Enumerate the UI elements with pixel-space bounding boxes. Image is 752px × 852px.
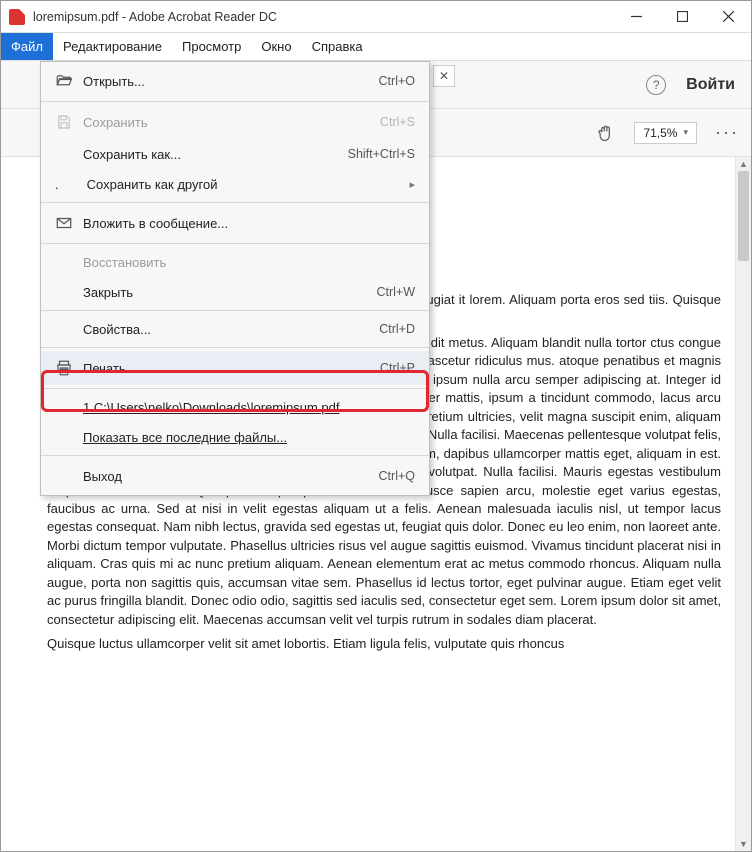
titlebar: loremipsum.pdf - Adobe Acrobat Reader DC: [1, 1, 751, 33]
maximize-button[interactable]: [659, 1, 705, 33]
para: Quisque luctus ullamcorper velit sit ame…: [47, 635, 721, 653]
chevron-right-icon: ▸: [409, 178, 415, 191]
zoom-value: 71,5%: [643, 126, 677, 140]
menu-label: Открыть...: [83, 74, 379, 89]
menu-item-save-as[interactable]: Сохранить как... Shift+Ctrl+S: [41, 139, 429, 169]
scroll-up-arrow[interactable]: ▲: [736, 157, 751, 171]
app-icon: [9, 9, 25, 25]
vertical-scrollbar[interactable]: ▲ ▼: [735, 157, 751, 851]
file-dropdown-menu: Открыть... Ctrl+O Сохранить Ctrl+S Сохра…: [40, 61, 430, 496]
menu-label: Закрыть: [83, 285, 376, 300]
menu-label: Сохранить как...: [83, 147, 348, 162]
menu-item-attach[interactable]: Вложить в сообщение...: [41, 206, 429, 240]
menu-edit[interactable]: Редактирование: [53, 33, 172, 60]
menu-label: Восстановить: [83, 255, 415, 270]
menu-shortcut: Ctrl+Q: [379, 469, 415, 483]
menu-shortcut: Shift+Ctrl+S: [348, 147, 415, 161]
chevron-down-icon: ▾: [683, 127, 688, 138]
menu-file[interactable]: Файл: [1, 33, 53, 60]
window-controls: [613, 1, 751, 33]
menu-window[interactable]: Окно: [251, 33, 301, 60]
menu-shortcut: Ctrl+O: [379, 74, 415, 88]
save-icon: [55, 113, 83, 131]
hand-tool-icon[interactable]: [596, 123, 616, 143]
menu-label: Свойства...: [83, 322, 379, 337]
more-tools-button[interactable]: ···: [715, 122, 739, 143]
menu-item-show-recent[interactable]: Показать все последние файлы...: [41, 422, 429, 452]
help-icon[interactable]: ?: [646, 75, 666, 95]
menu-help[interactable]: Справка: [302, 33, 373, 60]
app-window: loremipsum.pdf - Adobe Acrobat Reader DC…: [0, 0, 752, 852]
menu-item-save[interactable]: Сохранить Ctrl+S: [41, 105, 429, 139]
folder-open-icon: [55, 72, 83, 90]
menu-shortcut: Ctrl+P: [380, 361, 415, 375]
close-button[interactable]: [705, 1, 751, 33]
menu-item-close[interactable]: Закрыть Ctrl+W: [41, 277, 429, 307]
menu-separator: [41, 455, 429, 456]
signin-button[interactable]: Войти: [680, 76, 741, 94]
menu-item-exit[interactable]: Выход Ctrl+Q: [41, 459, 429, 493]
menu-item-restore[interactable]: Восстановить: [41, 247, 429, 277]
menu-view[interactable]: Просмотр: [172, 33, 251, 60]
menu-label: 1 C:\Users\nelko\Downloads\loremipsum.pd…: [83, 400, 415, 415]
menu-item-recent-1[interactable]: 1 C:\Users\nelko\Downloads\loremipsum.pd…: [41, 392, 429, 422]
menu-label: Показать все последние файлы...: [83, 430, 415, 445]
window-title: loremipsum.pdf - Adobe Acrobat Reader DC: [33, 10, 277, 24]
minimize-button[interactable]: [613, 1, 659, 33]
menu-label: Выход: [83, 469, 379, 484]
zoom-combo[interactable]: 71,5% ▾: [634, 122, 697, 144]
menu-separator: [41, 243, 429, 244]
mail-icon: [55, 214, 83, 232]
menu-shortcut: Ctrl+D: [379, 322, 415, 336]
menu-item-print[interactable]: Печать... Ctrl+P: [41, 351, 429, 385]
menubar: Файл Редактирование Просмотр Окно Справк…: [1, 33, 751, 61]
tab-close-button[interactable]: ✕: [433, 65, 455, 87]
menu-label: Сохранить как другой: [87, 177, 404, 192]
menu-item-open[interactable]: Открыть... Ctrl+O: [41, 64, 429, 98]
menu-shortcut: Ctrl+W: [376, 285, 415, 299]
menu-shortcut: Ctrl+S: [380, 115, 415, 129]
menu-separator: [41, 202, 429, 203]
menu-label: Вложить в сообщение...: [83, 216, 415, 231]
scroll-thumb[interactable]: [738, 171, 749, 261]
menu-label: Печать...: [83, 361, 380, 376]
menu-separator: [41, 388, 429, 389]
menu-item-save-other[interactable]: . Сохранить как другой ▸: [41, 169, 429, 199]
print-icon: [55, 359, 83, 377]
menu-separator: [41, 101, 429, 102]
menu-separator: [41, 347, 429, 348]
menu-item-properties[interactable]: Свойства... Ctrl+D: [41, 314, 429, 344]
scroll-down-arrow[interactable]: ▼: [736, 837, 751, 851]
menu-label: Сохранить: [83, 115, 380, 130]
menu-separator: [41, 310, 429, 311]
